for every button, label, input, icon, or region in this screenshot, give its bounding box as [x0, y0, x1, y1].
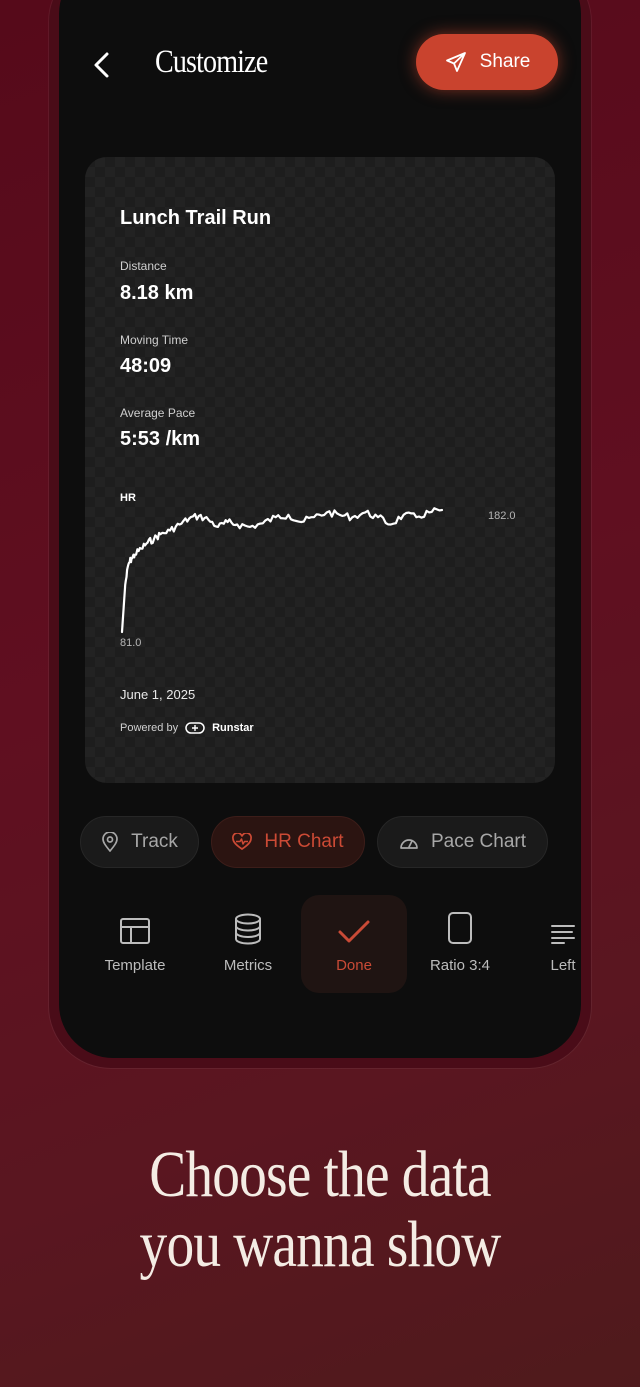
hr-max-label: 182.0	[488, 510, 516, 522]
tool-done-label: Done	[336, 957, 372, 974]
distance-value: 8.18 km	[120, 282, 194, 304]
moving-time-label: Moving Time	[120, 333, 189, 347]
hr-min-label: 81.0	[120, 637, 142, 649]
tool-align-left-label: Left	[550, 957, 576, 974]
chip-pace-chart-label: Pace Chart	[430, 831, 527, 852]
activity-title: Lunch Trail Run	[120, 207, 272, 229]
tool-template-label: Template	[104, 957, 166, 974]
tool-template[interactable]: Template	[82, 895, 188, 993]
page-title: Customize	[155, 44, 268, 80]
chip-track[interactable]: Track	[80, 816, 199, 868]
back-button[interactable]	[85, 48, 119, 82]
share-button[interactable]: Share	[416, 34, 558, 90]
tagline-line-2: you wanna show	[139, 1208, 502, 1281]
activity-date: June 1, 2025	[120, 687, 196, 702]
tool-metrics-label: Metrics	[223, 957, 273, 974]
activity-card: Lunch Trail Run Distance 8.18 km Moving …	[85, 157, 555, 783]
share-label: Share	[479, 51, 531, 72]
hr-chart	[120, 507, 444, 634]
average-pace-value: 5:53 /km	[120, 428, 201, 450]
ratio-icon	[448, 912, 472, 944]
hr-series-line	[120, 507, 444, 634]
tool-metrics[interactable]: Metrics	[195, 895, 301, 993]
runstar-logo-icon	[185, 722, 205, 734]
tool-ratio[interactable]: Ratio 3:4	[407, 895, 513, 993]
marketing-tagline: Choose the data you wanna show	[0, 1140, 640, 1280]
powered-by: Powered by Runstar	[120, 722, 254, 734]
app-screen: Customize Share Lunch Trail Run Distance…	[59, 0, 581, 1058]
chevron-left-icon	[94, 52, 109, 78]
tagline-line-1: Choose the data	[149, 1138, 491, 1211]
phone-frame: Customize Share Lunch Trail Run Distance…	[49, 0, 591, 1068]
average-pace-label: Average Pace	[120, 406, 196, 420]
send-icon	[445, 52, 466, 72]
chip-pace-chart[interactable]: Pace Chart	[377, 816, 548, 868]
chip-track-label: Track	[131, 831, 178, 852]
brand-name: Runstar	[212, 722, 254, 734]
chip-hr-chart-label: HR Chart	[264, 831, 344, 852]
chip-hr-chart[interactable]: HR Chart	[211, 816, 365, 868]
tool-ratio-label: Ratio 3:4	[429, 957, 491, 974]
location-pin-icon	[102, 832, 118, 852]
tool-done[interactable]: Done	[301, 895, 407, 993]
speedometer-icon	[400, 839, 418, 849]
powered-by-text: Powered by	[120, 722, 179, 734]
distance-label: Distance	[120, 259, 167, 273]
database-icon	[235, 913, 261, 945]
moving-time-value: 48:09	[120, 355, 172, 377]
checkmark-icon	[338, 920, 370, 943]
tool-align-left[interactable]: Left	[510, 895, 581, 993]
heart-rate-icon	[232, 833, 253, 851]
layout-icon	[120, 918, 150, 944]
align-left-icon	[551, 925, 575, 944]
